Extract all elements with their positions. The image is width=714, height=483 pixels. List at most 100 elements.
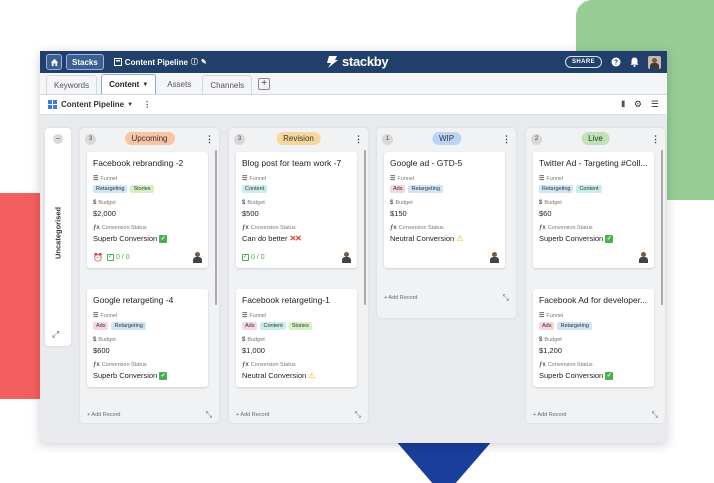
column-title[interactable]: Upcoming	[124, 132, 175, 145]
field-label-funnel: ☰ Funnel	[93, 312, 202, 320]
budget-text: $60	[539, 209, 552, 218]
expand-icon[interactable]: ⤢	[52, 329, 59, 340]
card-title: Facebook retargeting-1	[242, 295, 330, 305]
bell-icon[interactable]	[630, 57, 639, 67]
label-text: Conversion Status	[101, 362, 147, 368]
info-icon[interactable]: ⓘ	[191, 57, 198, 67]
record-card[interactable]: Google retargeting -4 ☰ Funnel Ads Retargeti…	[87, 289, 208, 387]
field-label-conversion: ƒx Conversion Status	[390, 225, 499, 231]
column-scrollbar[interactable]	[661, 150, 663, 305]
formula-icon: ƒx	[93, 225, 100, 231]
view-bar: Content Pipeline ▼ ⋮ ⦀ ⚙ ☰	[40, 95, 667, 115]
budget-text: $500	[242, 209, 259, 218]
currency-icon: $	[93, 200, 97, 206]
tab-channels[interactable]: Channels	[202, 75, 253, 94]
kanban-column: 3 Revision ⋮ Blog post for team work -7 ☰ Fun…	[229, 128, 368, 423]
label-text: Funnel	[546, 312, 564, 319]
funnel-tags: Content	[242, 185, 351, 193]
column-title[interactable]: Live	[581, 132, 610, 145]
home-button[interactable]	[46, 54, 62, 70]
conversion-status: Neutral Conversion ⚠	[390, 234, 499, 243]
field-label-budget: $ Budget	[93, 337, 202, 343]
column-menu-icon[interactable]: ⋮	[354, 134, 363, 145]
conversion-status: Neutral Conversion ⚠	[242, 371, 351, 380]
uncategorised-label: Uncategorised	[53, 206, 63, 260]
card-title: Facebook Ad for developer...	[539, 295, 648, 305]
tab-content[interactable]: Content ▼	[101, 74, 157, 94]
list-icon: ☰	[242, 313, 248, 319]
assignee-avatar[interactable]	[489, 251, 499, 263]
record-card[interactable]: Twitter Ad - Targeting #Coll... ☰ Funnel Re…	[533, 152, 654, 268]
column-title[interactable]: Revision	[276, 132, 321, 145]
field-label-conversion: ƒx Conversion Status	[539, 362, 648, 368]
column-scrollbar[interactable]	[364, 150, 366, 305]
column-menu-icon[interactable]: ⋮	[502, 134, 511, 145]
gear-icon[interactable]: ⚙	[634, 99, 642, 110]
top-right-controls: SHARE ?	[564, 55, 661, 69]
column-menu-icon[interactable]: ⋮	[651, 134, 660, 145]
svg-text:?: ?	[614, 60, 618, 67]
help-icon[interactable]: ?	[611, 57, 621, 67]
stackby-logo-icon	[327, 55, 338, 68]
column-count: 2	[531, 133, 542, 145]
budget-text: $150	[390, 209, 407, 218]
collapse-column-icon[interactable]: ⤡	[355, 410, 361, 420]
field-label-funnel: ☰ Funnel	[539, 312, 648, 320]
column-scrollbar[interactable]	[215, 150, 217, 305]
assignee-avatar[interactable]	[341, 251, 351, 263]
record-card[interactable]: Facebook retargeting-1 ☰ Funnel Ads Content S…	[236, 289, 357, 387]
stack-icon	[113, 58, 122, 66]
funnel-tags: Ads Content Stories	[242, 322, 351, 330]
view-name[interactable]: Content Pipeline	[61, 100, 124, 109]
record-card[interactable]: Google ad - GTD-5 ☰ Funnel Ads Retargeting $ B…	[384, 152, 505, 268]
label-text: Budget	[247, 200, 265, 206]
status-text: Superb Conversion	[539, 234, 604, 243]
tab-assets[interactable]: Assets	[160, 75, 199, 94]
breadcrumb[interactable]: Content Pipeline ⓘ ✎	[113, 57, 207, 67]
user-avatar[interactable]	[648, 55, 661, 69]
collapse-column-icon[interactable]: ⤡	[206, 410, 212, 420]
label-text: Budget	[247, 337, 265, 343]
column-title[interactable]: WIP	[431, 132, 462, 145]
view-menu-icon[interactable]: ⋮	[143, 100, 151, 109]
stacks-button[interactable]: Stacks	[66, 54, 104, 70]
assignee-avatar[interactable]	[638, 251, 648, 263]
card-title: Blog post for team work -7	[242, 158, 342, 168]
kanban-board: − Uncategorised ⤢ 3 Upcoming ⋮ Facebook reb…	[40, 115, 667, 423]
assignee-avatar[interactable]	[192, 251, 202, 263]
funnel-tag: Retargeting	[557, 322, 592, 330]
share-button[interactable]: SHARE	[564, 56, 602, 68]
budget-value: $60	[539, 209, 648, 218]
add-record-button[interactable]: + Add Record	[236, 412, 355, 418]
label-text: Budget	[98, 337, 116, 343]
funnel-tag: Content	[576, 185, 602, 193]
chevron-down-icon[interactable]: ▼	[127, 102, 133, 108]
edit-icon[interactable]: ✎	[201, 58, 207, 66]
collapse-icon[interactable]: −	[53, 134, 63, 144]
column-menu-icon[interactable]: ⋮	[205, 134, 214, 145]
collapse-column-icon[interactable]: ⤡	[652, 410, 658, 420]
funnel-tag: Stories	[130, 185, 154, 193]
checkbox-icon: ✓	[242, 253, 249, 261]
sliders-icon[interactable]: ☰	[651, 99, 659, 110]
formula-icon: ƒx	[242, 225, 249, 231]
columns-icon[interactable]: ⦀	[621, 100, 625, 110]
conversion-status: Can do better ✕✕	[242, 234, 351, 243]
stackby-logo: stackby	[325, 54, 389, 69]
add-record-button[interactable]: + Add Record	[87, 412, 206, 418]
record-card[interactable]: Blog post for team work -7 ☰ Funnel Content…	[236, 152, 357, 268]
add-record-button[interactable]: + Add Record	[384, 295, 503, 301]
label-text: Budget	[544, 337, 562, 343]
tab-keywords[interactable]: Keywords	[46, 75, 98, 94]
label-text: Conversion Status	[547, 362, 593, 368]
uncategorised-column[interactable]: − Uncategorised ⤢	[45, 128, 71, 346]
collapse-column-icon[interactable]: ⤡	[503, 293, 509, 303]
record-card[interactable]: Facebook Ad for developer... ☰ Funnel Ads Re…	[533, 289, 654, 387]
record-card[interactable]: Facebook rebranding -2 ☰ Funnel Retargeting…	[87, 152, 208, 268]
column-header: 3 Upcoming ⋮	[80, 128, 219, 150]
budget-value: $150	[390, 209, 499, 218]
add-record-button[interactable]: + Add Record	[533, 412, 652, 418]
label-text: Funnel	[100, 312, 118, 319]
add-table-button[interactable]: +	[258, 77, 271, 90]
field-label-funnel: ☰ Funnel	[242, 175, 351, 183]
